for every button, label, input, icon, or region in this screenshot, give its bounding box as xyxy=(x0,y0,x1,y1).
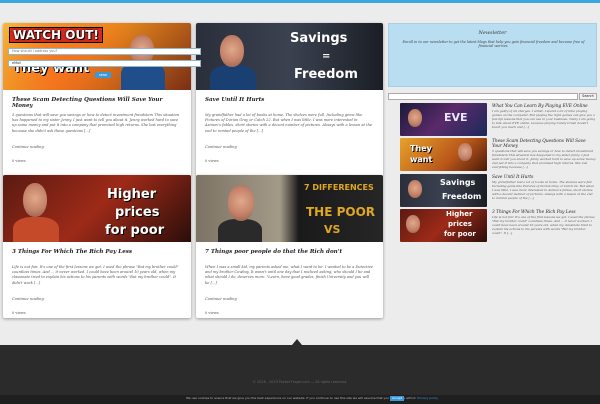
thumb-text: EVE xyxy=(444,111,468,124)
sidebar-post-title[interactable]: These Scam Detecting Questions Will Save… xyxy=(492,139,592,149)
thumb-text-line1: Higher xyxy=(107,187,157,202)
thumb-text-line3: for poor xyxy=(105,223,165,238)
continue-reading-link[interactable]: Continue reading xyxy=(12,297,44,301)
sidebar-post-excerpt: I am guilty of all charges. I admit, I s… xyxy=(492,109,596,129)
privacy-policy-link[interactable]: Privacy policy xyxy=(417,396,438,400)
post-view-count: 0 views xyxy=(12,311,26,315)
person-face xyxy=(406,215,420,233)
person-figure xyxy=(13,217,59,242)
thumb-text-line2: prices xyxy=(448,220,472,228)
sidebar-post-excerpt: Life is not fair. It's one of the first … xyxy=(492,215,595,235)
post-thumbnail[interactable]: WATCH OUT! They want xyxy=(3,23,191,90)
person-figure xyxy=(218,219,262,242)
post-thumbnail[interactable]: Savings = Freedom xyxy=(196,23,383,90)
thumb-equals: = xyxy=(322,51,331,62)
thumb-text-line3: VS xyxy=(324,223,341,236)
continue-reading-link[interactable]: Continue reading xyxy=(205,297,237,301)
post-card[interactable]: 7 DIFFERENCES THE POOR VS 7 Things poor … xyxy=(196,175,383,318)
post-excerpt: When I was a small kid, my parents asked… xyxy=(205,265,373,285)
post-title[interactable]: These Scam Detecting Questions Will Save… xyxy=(12,97,183,109)
post-thumbnail[interactable]: Higher prices for poor xyxy=(3,175,191,242)
post-title[interactable]: 3 Things For Which The Rich Pay Less xyxy=(12,249,183,255)
person-face xyxy=(23,183,47,217)
person-figure xyxy=(210,65,256,90)
post-card[interactable]: WATCH OUT! They want These Scam Detectin… xyxy=(3,23,191,176)
search-input[interactable] xyxy=(388,93,578,100)
thumb-text-line2: THE POOR xyxy=(306,205,376,219)
top-accent-bar xyxy=(0,0,600,3)
thumb-text-line2: want xyxy=(410,155,433,164)
post-card[interactable]: Savings = Freedom Save Until It Hurts My… xyxy=(196,23,383,176)
footer-copyright: © 2016 - 2019 Pocket Frugal.com — All ri… xyxy=(252,380,348,384)
post-view-count: 0 views xyxy=(205,311,219,315)
thumb-text-line1: They xyxy=(410,144,432,153)
newsletter-email-field[interactable]: eMail xyxy=(8,60,201,67)
sidebar-post-excerpt: 5 questions that will save you savings o… xyxy=(492,149,596,169)
thumb-text-line3: for poor xyxy=(444,230,476,238)
post-thumbnail[interactable]: 7 DIFFERENCES THE POOR VS xyxy=(196,175,383,242)
continue-reading-link[interactable]: Continue reading xyxy=(205,145,237,149)
thumb-text-line2: prices xyxy=(115,205,160,220)
sidebar-post-thumbnail[interactable]: Higher prices for poor xyxy=(400,209,487,242)
sidebar-post-excerpt: My grandfather had a lot of books at hom… xyxy=(492,180,595,200)
thumb-text-line1: 7 DIFFERENCES xyxy=(304,183,374,192)
post-view-count: 0 views xyxy=(205,159,219,163)
post-title[interactable]: Save Until It Hurts xyxy=(205,97,375,103)
person-face xyxy=(458,143,472,161)
continue-reading-link[interactable]: Continue reading xyxy=(12,145,44,149)
thumb-text-line2: Freedom xyxy=(294,67,358,82)
thumb-text-line2: Freedom xyxy=(442,192,482,201)
newsletter-widget: Newsletter Enroll in to our newsletter t… xyxy=(388,23,597,87)
sidebar-post-thumbnail[interactable]: Savings Freedom xyxy=(400,174,487,207)
person-face xyxy=(220,35,244,67)
sidebar-post-thumbnail[interactable]: EVE xyxy=(400,103,487,136)
thumb-text-line1: WATCH OUT! xyxy=(9,27,103,43)
newsletter-send-button[interactable]: SEND xyxy=(95,72,111,78)
person-face xyxy=(228,185,254,221)
search-button[interactable]: Search xyxy=(579,93,597,100)
post-card[interactable]: Higher prices for poor 3 Things For Whic… xyxy=(3,175,191,318)
person-face xyxy=(408,180,422,198)
cookie-message: We use cookies to ensure that we give yo… xyxy=(186,396,417,400)
thumb-text-line1: Savings xyxy=(290,31,348,46)
cookie-accept-button[interactable]: Accept xyxy=(390,396,404,401)
post-excerpt: 5 questions that will save you savings o… xyxy=(12,113,180,133)
newsletter-description: Enroll in to our newsletter to get the l… xyxy=(402,40,585,49)
newsletter-title: Newsletter xyxy=(478,30,507,36)
post-excerpt: My grandfather had a lot of books at hom… xyxy=(205,113,373,133)
thumb-text-line1: Higher xyxy=(446,210,473,218)
newsletter-name-field[interactable]: How should I address you? xyxy=(8,48,201,55)
sidebar-post-thumbnail[interactable]: They want xyxy=(400,138,487,171)
post-view-count: 0 views xyxy=(12,159,26,163)
thumb-text-line1: Savings xyxy=(440,178,476,187)
post-excerpt: Life is not fair. It's one of the first … xyxy=(12,265,179,285)
post-title[interactable]: 7 Things poor people do that the Rich do… xyxy=(205,249,375,255)
person-face xyxy=(408,109,422,127)
